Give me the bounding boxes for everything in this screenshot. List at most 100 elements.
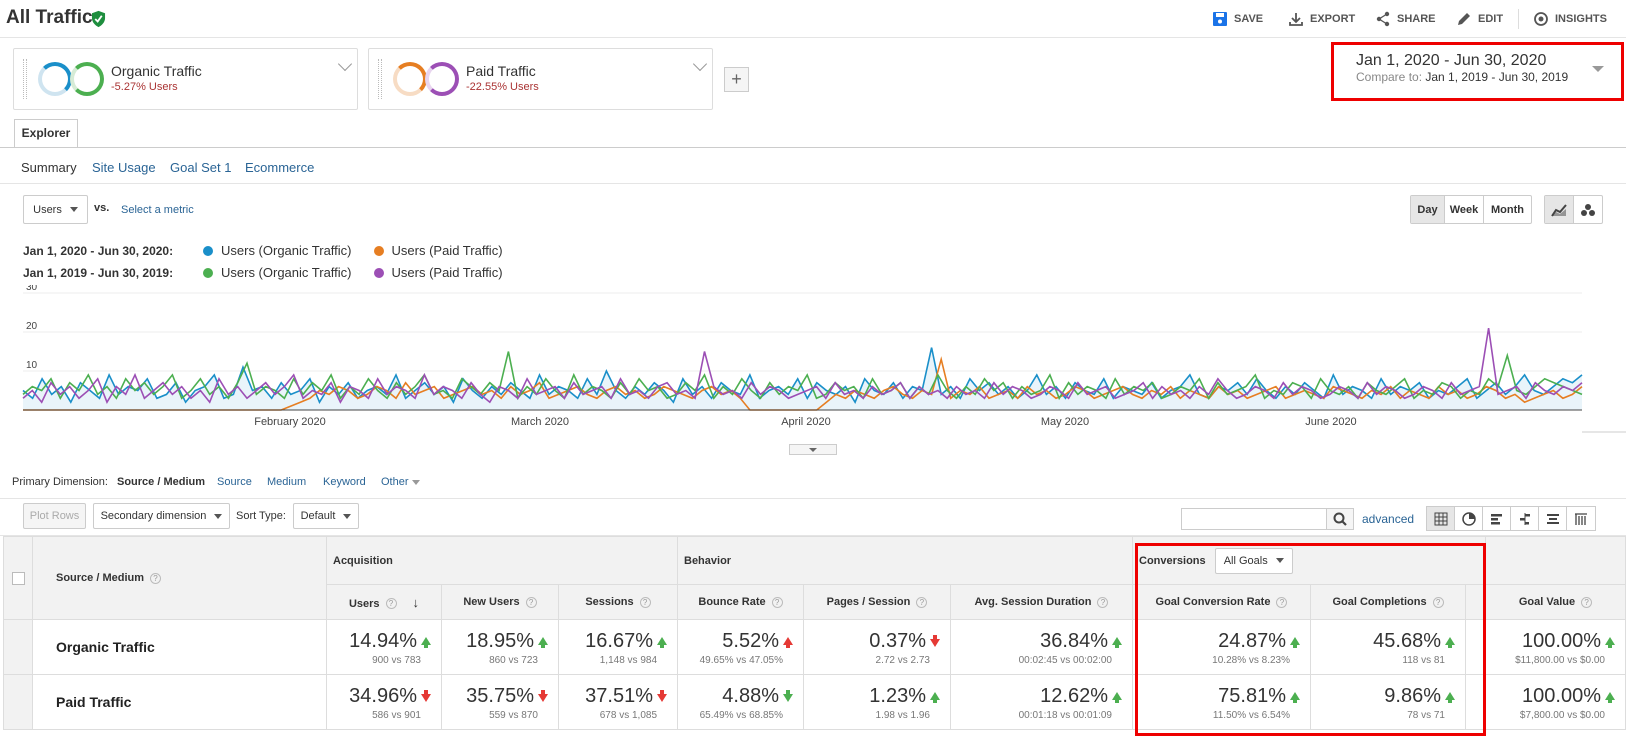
granularity-day-button[interactable]: Day <box>1411 196 1445 223</box>
table-view-toggle <box>1426 506 1596 531</box>
legend-item[interactable]: Users (Paid Traffic) <box>373 243 503 258</box>
select-all-cell <box>3 536 33 620</box>
search-icon <box>1333 512 1347 526</box>
help-icon[interactable]: ? <box>1097 596 1109 608</box>
pivot-view-button[interactable] <box>1567 507 1595 530</box>
advanced-filter-link[interactable]: advanced <box>1362 512 1414 526</box>
dimension-keyword-link[interactable]: Keyword <box>323 476 366 488</box>
chevron-down-icon[interactable] <box>1592 66 1604 72</box>
metric-comparison: 1.98 vs 1.96 <box>875 710 930 721</box>
save-button[interactable]: SAVE <box>1212 11 1263 27</box>
primary-dimension-active: Source / Medium <box>117 476 206 488</box>
granularity-week-button[interactable]: Week <box>1445 196 1484 223</box>
metric-cell: 35.75% 559 vs 870 <box>441 674 559 730</box>
metric-comparison: 2.72 vs 2.73 <box>875 655 930 666</box>
select-metric-link[interactable]: Select a metric <box>121 204 194 216</box>
col-header-new-users[interactable]: New Users? <box>441 584 559 620</box>
export-button[interactable]: EXPORT <box>1288 11 1355 27</box>
help-icon[interactable]: ? <box>771 596 783 608</box>
segment-card-paid[interactable]: Paid Traffic -22.55% Users <box>368 48 713 110</box>
segment-ring-icon <box>70 62 104 96</box>
arrow-up-icon <box>1112 636 1122 648</box>
help-icon[interactable]: ? <box>385 598 397 610</box>
row-dimension-value[interactable]: Organic Traffic <box>32 619 327 675</box>
col-header-pages-session[interactable]: Pages / Session? <box>803 584 951 620</box>
segment-drag-handle[interactable] <box>23 59 27 99</box>
chart-resize-handle[interactable] <box>789 444 837 455</box>
insights-button[interactable]: INSIGHTS <box>1533 11 1607 27</box>
performance-view-button[interactable] <box>1483 507 1511 530</box>
dimension-medium-link[interactable]: Medium <box>267 476 306 488</box>
legend-item[interactable]: Users (Paid Traffic) <box>373 265 503 280</box>
metric-cell: 12.62% 00:01:18 vs 00:01:09 <box>950 674 1133 730</box>
row-dimension-value[interactable]: Paid Traffic <box>32 674 327 730</box>
chevron-down-icon <box>69 207 78 212</box>
arrow-up-icon <box>1605 691 1615 703</box>
metric-cell: 1.23% 1.98 vs 1.96 <box>803 674 951 730</box>
col-header-avg-session-duration[interactable]: Avg. Session Duration? <box>950 584 1133 620</box>
bubble-chart-icon <box>1580 203 1595 216</box>
segment-ring-icon <box>393 62 427 96</box>
add-segment-button[interactable]: + <box>724 67 749 92</box>
share-button[interactable]: SHARE <box>1375 11 1436 27</box>
motion-chart-button[interactable] <box>1574 196 1602 223</box>
dimension-other-link[interactable]: Other <box>381 476 420 488</box>
segment-drag-handle[interactable] <box>378 59 382 99</box>
col-header-users[interactable]: Users? ↓ <box>326 584 442 620</box>
metric-cell: 16.67% 1,148 vs 984 <box>558 619 678 675</box>
tab-explorer[interactable]: Explorer <box>14 119 78 147</box>
table-search-input[interactable] <box>1181 508 1327 530</box>
secondary-dimension-select[interactable]: Secondary dimension <box>93 503 230 529</box>
page-title: All Traffic <box>6 7 93 28</box>
help-icon[interactable]: ? <box>1581 596 1593 608</box>
line-chart-button[interactable] <box>1545 196 1574 223</box>
select-all-checkbox[interactable] <box>11 571 25 585</box>
help-icon[interactable]: ? <box>525 596 537 608</box>
dimension-header[interactable]: Source / Medium? <box>32 536 327 620</box>
col-header-goal-value[interactable]: Goal Value? <box>1485 584 1626 620</box>
search-button[interactable] <box>1326 508 1354 530</box>
term-cloud-view-button[interactable] <box>1539 507 1567 530</box>
plot-rows-button[interactable]: Plot Rows <box>23 503 86 529</box>
sort-down-arrow-icon[interactable]: ↓ <box>413 595 420 610</box>
arrow-down-icon <box>538 689 548 702</box>
y-tick-label: 10 <box>26 360 38 371</box>
subtab-ecommerce[interactable]: Ecommerce <box>245 160 314 175</box>
subtab-summary[interactable]: Summary <box>21 160 77 175</box>
dimension-source-link[interactable]: Source <box>217 476 252 488</box>
help-icon[interactable]: ? <box>639 596 651 608</box>
sort-type-select[interactable]: Default <box>293 503 359 529</box>
arrow-up-icon <box>538 636 548 648</box>
users-line-chart[interactable]: 30 20 10 February 2020 March 2020 April 2020 M… <box>0 285 1626 450</box>
col-header-sessions[interactable]: Sessions? <box>558 584 678 620</box>
col-header-label: Pages / Session <box>826 596 911 608</box>
share-icon <box>1376 11 1390 27</box>
pie-view-button[interactable] <box>1455 507 1483 530</box>
col-header-bounce-rate[interactable]: Bounce Rate? <box>677 584 804 620</box>
metric-cell: 100.00% $7,800.00 vs $0.00 <box>1485 674 1626 730</box>
granularity-month-button[interactable]: Month <box>1484 196 1531 223</box>
subtab-site-usage[interactable]: Site Usage <box>92 160 156 175</box>
help-icon[interactable]: ? <box>916 596 928 608</box>
dimension-other-label: Other <box>381 476 409 488</box>
chevron-down-icon[interactable] <box>692 56 708 72</box>
arrow-down-icon <box>930 634 940 647</box>
edit-button[interactable]: EDIT <box>1456 11 1503 27</box>
segment-card-organic[interactable]: Organic Traffic -5.27% Users <box>13 48 358 110</box>
help-icon[interactable]: ? <box>150 572 162 584</box>
data-table-view-button[interactable] <box>1427 507 1455 530</box>
metric-select[interactable]: Users <box>23 195 88 224</box>
comparison-view-button[interactable] <box>1511 507 1539 530</box>
metric-comparison: $7,800.00 vs $0.00 <box>1519 710 1605 721</box>
chevron-down-icon[interactable] <box>337 56 353 72</box>
row-checkbox-cell[interactable] <box>3 619 33 675</box>
row-checkbox-cell[interactable] <box>3 674 33 730</box>
primary-dimension-label: Primary Dimension: <box>12 476 108 488</box>
metric-cell: 100.00% $11,800.00 vs $0.00 <box>1485 619 1626 675</box>
toolbar-divider <box>1518 9 1519 29</box>
date-range-primary: Jan 1, 2020 - Jun 30, 2020 <box>1356 52 1547 69</box>
legend-item[interactable]: Users (Organic Traffic) <box>203 265 352 280</box>
legend-item[interactable]: Users (Organic Traffic) <box>203 243 352 258</box>
arrow-up-icon <box>421 636 431 648</box>
subtab-goal-set-1[interactable]: Goal Set 1 <box>170 160 231 175</box>
